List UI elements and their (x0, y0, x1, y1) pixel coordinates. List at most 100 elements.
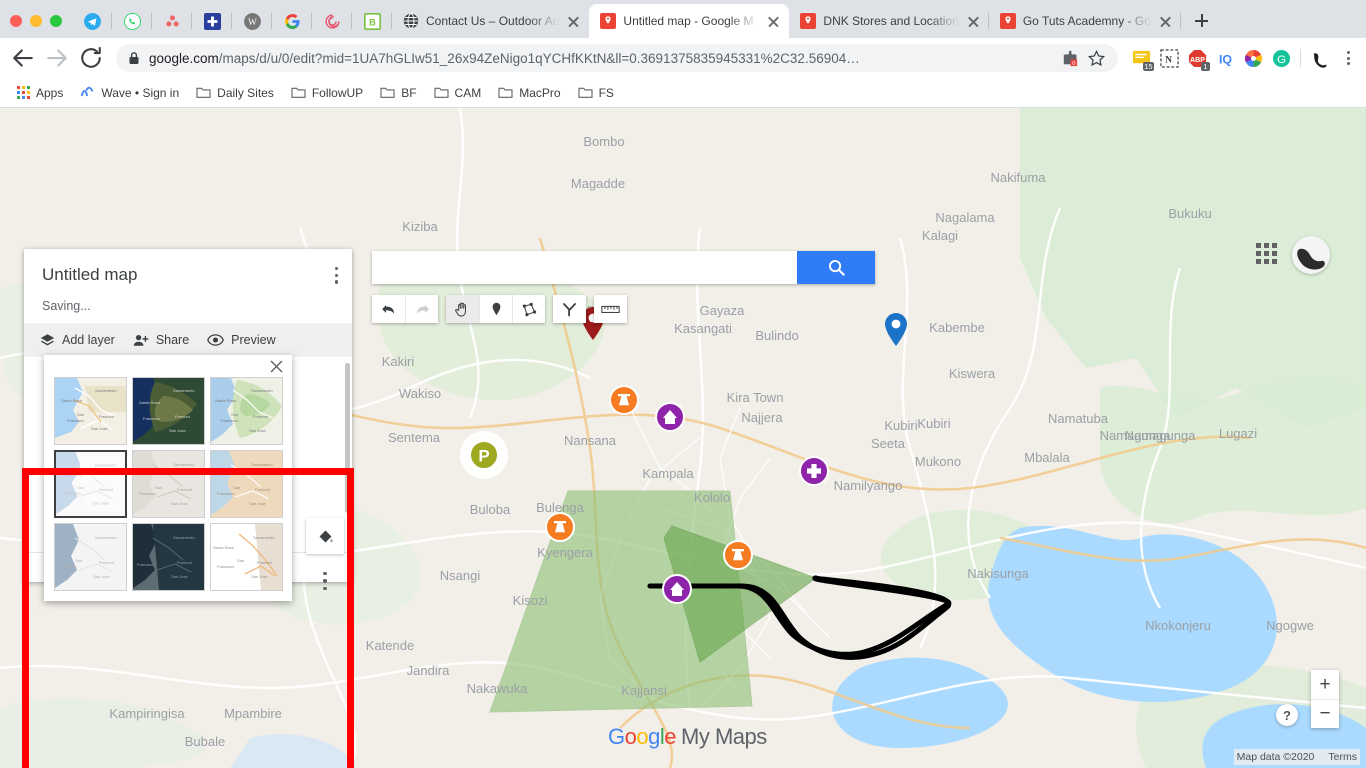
google-pinned-tab[interactable] (272, 4, 312, 38)
iq-extension[interactable]: IQ (1216, 49, 1235, 68)
asana-pinned-tab[interactable] (152, 4, 192, 38)
svg-text:Santa Rosa: Santa Rosa (213, 545, 235, 550)
marker-parking[interactable]: P (460, 431, 508, 479)
maximize-window-button[interactable] (50, 15, 62, 27)
layers-icon (40, 333, 55, 345)
close-tab-button[interactable] (566, 14, 581, 29)
svg-text:San Jose: San Jose (249, 428, 266, 433)
whatsapp-pinned-tab[interactable] (112, 4, 152, 38)
adblock-extension-badge: 1 (1201, 61, 1210, 71)
new-tab-button[interactable] (1187, 7, 1215, 35)
zoom-in-button[interactable]: + (1311, 670, 1339, 699)
terms-link[interactable]: Terms (1328, 751, 1357, 763)
marker-blue-pin[interactable] (885, 313, 907, 346)
panel-menu-button[interactable] (334, 267, 338, 284)
add-marker-tool[interactable] (479, 295, 512, 323)
browser-window: W B Contact Us – Outdoor Ad Untitled map… (0, 0, 1366, 768)
share-button[interactable]: Share (133, 333, 189, 348)
browser-tab-untitled-map[interactable]: Untitled map - Google M (589, 4, 790, 38)
grammarly-extension[interactable]: G (1272, 49, 1291, 68)
basemap-tile-satellite[interactable]: Sacramento Santa Rosa Francisco Fremont San … (132, 377, 205, 445)
map-search-box[interactable] (372, 251, 875, 284)
browser-menu-button[interactable] (1338, 48, 1358, 68)
bookmark-label: Daily Sites (217, 85, 274, 100)
select-tool[interactable] (446, 295, 479, 323)
bookmark-wave[interactable]: Wave • Sign in (73, 83, 186, 103)
extensions-puzzle-icon[interactable]: 0 (1060, 49, 1079, 68)
close-icon (270, 360, 283, 373)
google-apps-button[interactable] (1256, 243, 1282, 269)
layer-options-menu[interactable] (306, 572, 344, 591)
bookmark-bf[interactable]: BF (373, 83, 423, 103)
forward-button[interactable] (42, 43, 72, 73)
user-avatar[interactable] (1292, 236, 1330, 274)
redo-tool[interactable] (405, 295, 438, 323)
browser-tab-contact-us[interactable]: Contact Us – Outdoor Ad (392, 4, 589, 38)
marker-home-south[interactable] (662, 574, 692, 604)
basemap-tile-terrain[interactable]: Sacramento Santa Rosa San Francisco Fremont S… (210, 377, 283, 445)
bookmark-label: MacPro (519, 85, 561, 100)
map-search-input[interactable] (372, 251, 797, 284)
undo-tool[interactable] (372, 295, 405, 323)
map-canvas[interactable]: Nakifuma Nagalama Kalagi Bukuku Bulindo Kabem… (0, 108, 1366, 768)
basemap-tile-map[interactable]: Sacramento Santa Rosa San Francisco Fremont S… (54, 377, 127, 445)
basemap-tile-mono-city[interactable]: Sacramento Fort Brown San Francisco Fremont S… (132, 450, 205, 518)
preview-button[interactable]: Preview (207, 333, 276, 347)
add-directions-tool[interactable] (553, 295, 586, 323)
marker-monument-south[interactable] (723, 540, 753, 570)
add-layer-button[interactable]: Add layer (40, 333, 115, 348)
browser-tab-go-tuts-academny[interactable]: Go Tuts Academny - Go (989, 4, 1181, 38)
map-title[interactable]: Untitled map (42, 265, 334, 285)
svg-text:Santa Rosa: Santa Rosa (215, 471, 237, 476)
marker-hospital[interactable] (799, 456, 829, 486)
profile-extension[interactable] (1310, 49, 1329, 68)
map-help-button[interactable]: ? (1276, 704, 1298, 726)
adblock-extension[interactable]: ABP 1 (1188, 49, 1210, 71)
layer-list-scrollbar[interactable] (345, 363, 350, 513)
basemap-tile-dark-landmass[interactable]: Sacramento Francisco Fremont San Jose (132, 523, 205, 591)
bookmark-fs[interactable]: FS (571, 83, 621, 103)
close-basemap-picker-button[interactable] (270, 360, 283, 373)
telegram-pinned-tab[interactable] (72, 4, 112, 38)
marker-home-north[interactable] (655, 402, 685, 432)
wordpress-pinned-tab[interactable]: W (232, 4, 272, 38)
marker-monument-north[interactable] (609, 385, 639, 415)
bookmark-apps[interactable]: Apps (10, 83, 70, 103)
bookmark-followup[interactable]: FollowUP (284, 83, 370, 103)
marker-monument-west[interactable] (545, 512, 575, 542)
close-tab-button[interactable] (1158, 14, 1173, 29)
map-search-button[interactable] (797, 251, 875, 284)
address-bar[interactable]: google.com/maps/d/u/0/edit?mid=1UA7hGLIw… (116, 44, 1118, 72)
basemap-tile-whitewater[interactable]: Sacramento Santa Rosa San Francisco Fremont S… (210, 523, 283, 591)
bookmark-daily-sites[interactable]: Daily Sites (189, 83, 281, 103)
close-window-button[interactable] (10, 15, 22, 27)
notion-extension[interactable]: N (1160, 48, 1179, 68)
notes-extension[interactable]: 15 (1132, 49, 1154, 71)
measure-tool[interactable] (594, 295, 627, 323)
map-attribution: Map data ©2020 Terms (1233, 749, 1360, 765)
b-app-pinned-tab[interactable]: B (352, 4, 392, 38)
openai-pinned-tab[interactable] (312, 4, 352, 38)
bookmark-macpro[interactable]: MacPro (491, 83, 567, 103)
base-map-picker-popup[interactable]: Sacramento Santa Rosa San Francisco Fremont S… (44, 355, 292, 601)
directions-fork-icon (563, 302, 576, 316)
bookmark-cam[interactable]: CAM (427, 83, 489, 103)
url-path: /maps/d/u/0/edit?mid=1UA7hGLIw51_26x94Ze… (218, 50, 860, 66)
style-paint-button[interactable] (306, 518, 344, 554)
reload-button[interactable] (76, 43, 106, 73)
color-wheel-extension[interactable] (1244, 49, 1263, 68)
bookmark-star-icon[interactable] (1087, 49, 1106, 68)
close-tab-button[interactable] (766, 14, 781, 29)
back-button[interactable] (8, 43, 38, 73)
blue-plus-icon (203, 12, 221, 30)
plus-app-pinned-tab[interactable] (192, 4, 232, 38)
draw-line-tool[interactable] (512, 295, 545, 323)
my-maps-pin-icon (600, 13, 617, 29)
basemap-tile-light-landmass[interactable]: Sacramento San Francisco Fremont San Jose (54, 523, 127, 591)
zoom-out-button[interactable]: − (1311, 699, 1339, 728)
minimize-window-button[interactable] (30, 15, 42, 27)
basemap-tile-simple-atlas[interactable]: Sacramento Santa Rosa San Francisco Fremont S… (210, 450, 283, 518)
browser-tab-dnk-stores[interactable]: DNK Stores and Location (789, 4, 989, 38)
basemap-tile-light-political[interactable]: Sacramento Santa Rosa San Francisco Fremont S… (54, 450, 127, 518)
close-tab-button[interactable] (966, 14, 981, 29)
